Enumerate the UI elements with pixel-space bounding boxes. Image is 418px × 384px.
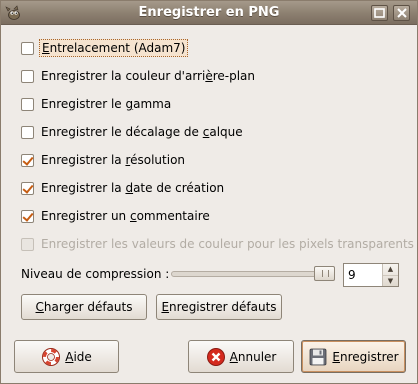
window-title: Enregistrer en PNG [138,5,280,20]
maximize-button[interactable] [371,5,388,21]
compression-slider-handle[interactable] [314,266,335,281]
option-save-background-color-label: Enregistrer la couleur d'arrière-plan [41,69,256,83]
chevron-up-icon[interactable]: ▲ [383,264,398,275]
save-defaults-label: Enregistrer défauts [161,300,277,314]
checkbox-save-layer-offset[interactable] [21,125,34,139]
cancel-button[interactable]: Annuler [188,340,294,373]
help-button[interactable]: Aide [14,340,119,373]
compression-value[interactable]: 9 [348,268,356,282]
checkbox-save-background-color[interactable] [21,69,34,83]
maximize-icon [374,8,385,18]
lifebuoy-icon [42,347,61,366]
load-defaults-button[interactable]: Charger défauts [21,294,147,320]
checkbox-save-gamma[interactable] [21,97,34,111]
option-save-gamma[interactable]: Enregistrer le gamma [21,94,171,114]
close-icon [396,8,407,18]
cancel-icon [206,347,225,366]
compression-level-label: Niveau de compression : [21,267,170,281]
option-save-background-color[interactable]: Enregistrer la couleur d'arrière-plan [21,66,255,86]
option-save-creation-date-label: Enregistrer la date de création [41,181,225,195]
option-save-creation-date[interactable]: Enregistrer la date de création [21,178,224,198]
option-save-gamma-label: Enregistrer le gamma [41,97,172,111]
option-save-comment-label: Enregistrer un commentaire [41,209,210,223]
option-save-resolution-label: Enregistrer la résolution [41,153,186,167]
load-defaults-label: Charger défauts [35,300,133,314]
spin-buttons: ▲ ▼ [382,264,398,286]
compression-spinbutton[interactable]: 9 ▲ ▼ [343,263,399,287]
checkbox-save-comment[interactable] [21,209,34,223]
save-defaults-button[interactable]: Enregistrer défauts [156,294,282,320]
chevron-down-icon[interactable]: ▼ [383,275,398,286]
option-save-layer-offset[interactable]: Enregistrer le décalage de calque [21,122,243,142]
option-save-transparent-pixel-colors: Enregistrer les valeurs de couleur pour … [21,234,414,254]
title-bar[interactable]: Enregistrer en PNG [1,1,417,25]
png-export-dialog: Enregistrer en PNG Entrelacement (Adam7)… [0,0,418,384]
checkbox-interlace[interactable] [21,41,34,55]
option-save-layer-offset-label: Enregistrer le décalage de calque [41,125,243,139]
option-interlace-label: Entrelacement (Adam7) [39,39,189,57]
compression-slider-track[interactable] [171,271,335,277]
option-save-comment[interactable]: Enregistrer un commentaire [21,206,210,226]
checkbox-save-transparent-pixel-colors [21,237,34,251]
close-button[interactable] [393,5,410,21]
option-save-transparent-pixel-colors-label: Enregistrer les valeurs de couleur pour … [41,237,414,251]
cancel-label: Annuler [229,349,277,364]
save-button[interactable]: Enregistrer [301,340,406,373]
option-save-resolution[interactable]: Enregistrer la résolution [21,150,185,170]
checkbox-save-resolution[interactable] [21,153,34,167]
checkbox-save-creation-date[interactable] [21,181,34,195]
option-interlace[interactable]: Entrelacement (Adam7) [21,38,189,58]
save-label: Enregistrer [332,349,399,364]
floppy-disk-icon [310,348,327,365]
help-label: Aide [65,349,92,364]
